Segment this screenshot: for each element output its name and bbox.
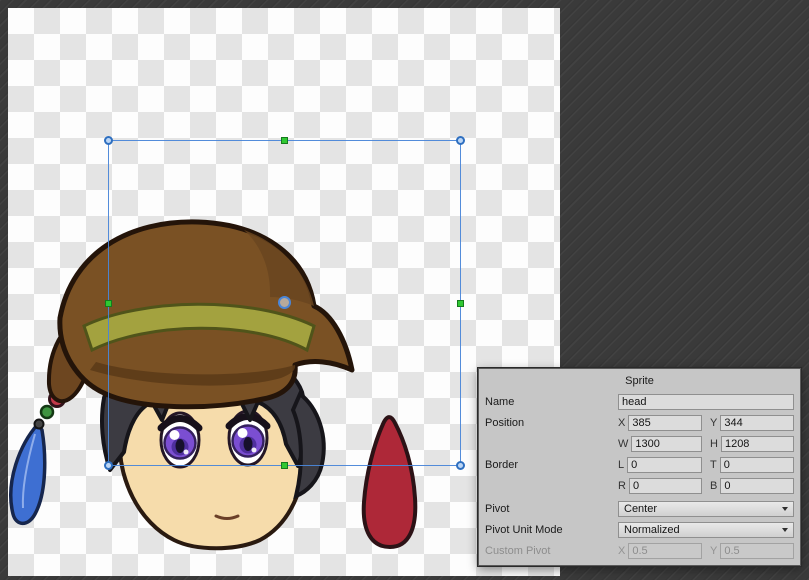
custom-pivot-row: Custom Pivot X Y [485,543,794,559]
border-l-input[interactable] [627,457,702,473]
border-l-prefix: L [618,459,624,471]
name-row: Name [485,394,794,410]
pivot-row: Pivot Center [485,501,794,517]
sprite-selection-rect[interactable] [108,140,461,466]
selection-handle-top-right[interactable] [456,136,465,145]
position-w-prefix: W [618,438,628,450]
custom-pivot-y-prefix: Y [710,545,717,557]
border-r-input[interactable] [629,478,702,494]
chevron-down-icon [782,507,788,511]
custom-pivot-x-input [628,543,702,559]
pivot-unit-mode-dropdown[interactable]: Normalized [618,522,794,538]
position-y-prefix: Y [710,417,717,429]
sprite-pivot-handle[interactable] [278,296,291,309]
border-t-prefix: T [710,459,717,471]
selection-handle-left-middle[interactable] [105,300,112,307]
border-b-input[interactable] [720,478,794,494]
position-label: Position [485,417,618,429]
custom-pivot-x-prefix: X [618,545,625,557]
chevron-down-icon [782,528,788,532]
selection-handle-bottom-middle[interactable] [281,462,288,469]
pivot-unit-mode-dropdown-value: Normalized [624,524,778,536]
panel-title: Sprite [479,372,800,390]
border-b-prefix: B [710,480,717,492]
position-x-prefix: X [618,417,625,429]
position-h-input[interactable] [721,436,794,452]
name-label: Name [485,396,618,408]
bead-green [41,406,53,418]
selection-handle-bottom-left[interactable] [104,461,113,470]
position-w-input[interactable] [631,436,702,452]
position-y-input[interactable] [720,415,794,431]
sprite-inspector-panel: Sprite Name Position X Y [478,368,801,566]
border-row-lt: Border L T [485,457,794,473]
selection-handle-right-middle[interactable] [457,300,464,307]
position-h-prefix: H [710,438,718,450]
custom-pivot-y-input [720,543,794,559]
border-row-rb: R B [485,478,794,494]
pivot-unit-mode-row: Pivot Unit Mode Normalized [485,522,794,538]
name-input[interactable] [618,394,794,410]
custom-pivot-label: Custom Pivot [485,545,618,557]
position-row-wh: W H [485,436,794,452]
pivot-unit-mode-label: Pivot Unit Mode [485,524,618,536]
sprite-editor-window: Sprite Name Position X Y [0,0,809,580]
pivot-dropdown-value: Center [624,503,778,515]
bead-dark [35,420,44,429]
pivot-dropdown[interactable]: Center [618,501,794,517]
border-t-input[interactable] [720,457,794,473]
border-label: Border [485,459,618,471]
border-r-prefix: R [618,480,626,492]
position-row-xy: Position X Y [485,415,794,431]
feather-charm [11,424,45,523]
pivot-label: Pivot [485,503,618,515]
selection-handle-top-left[interactable] [104,136,113,145]
selection-handle-top-middle[interactable] [281,137,288,144]
position-x-input[interactable] [628,415,702,431]
selection-handle-bottom-right[interactable] [456,461,465,470]
